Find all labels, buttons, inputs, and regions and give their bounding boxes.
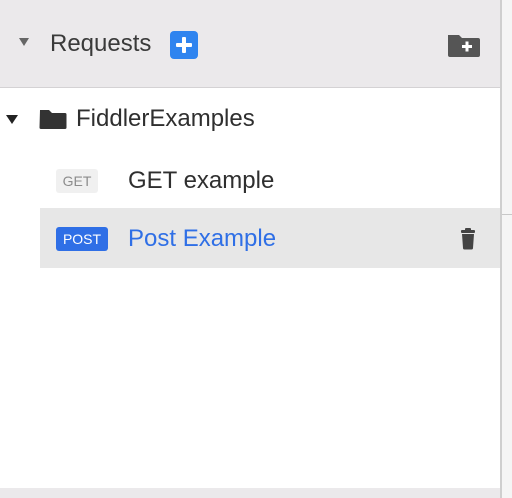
panel-footer [0, 488, 500, 498]
requests-panel: Requests FiddlerExamples GET GET example… [0, 0, 500, 498]
request-label: Post Example [128, 225, 277, 252]
plus-icon [182, 37, 186, 53]
method-badge-get: GET [56, 169, 98, 193]
collapse-triangle-icon[interactable] [19, 38, 29, 46]
new-folder-button[interactable] [446, 31, 482, 59]
folder-plus-icon [448, 35, 480, 57]
panel-title: Requests [50, 30, 152, 57]
request-row-post-example[interactable]: POST Post Example [40, 208, 500, 268]
expand-triangle-icon[interactable] [6, 115, 18, 124]
request-row-get-example[interactable]: GET GET example [40, 150, 500, 210]
adjacent-pane [502, 0, 512, 498]
request-label: GET example [128, 167, 275, 194]
pane-border [502, 214, 512, 215]
request-tree: FiddlerExamples GET GET example POST Pos… [0, 88, 500, 488]
method-badge-post: POST [56, 227, 108, 251]
panel-header: Requests [0, 0, 500, 88]
app-root: Requests FiddlerExamples GET GET example… [0, 0, 512, 498]
add-request-button[interactable] [170, 31, 198, 59]
delete-request-button[interactable] [458, 228, 478, 250]
folder-label[interactable]: FiddlerExamples [76, 104, 255, 134]
folder-icon [39, 110, 67, 129]
trash-icon [461, 228, 475, 250]
